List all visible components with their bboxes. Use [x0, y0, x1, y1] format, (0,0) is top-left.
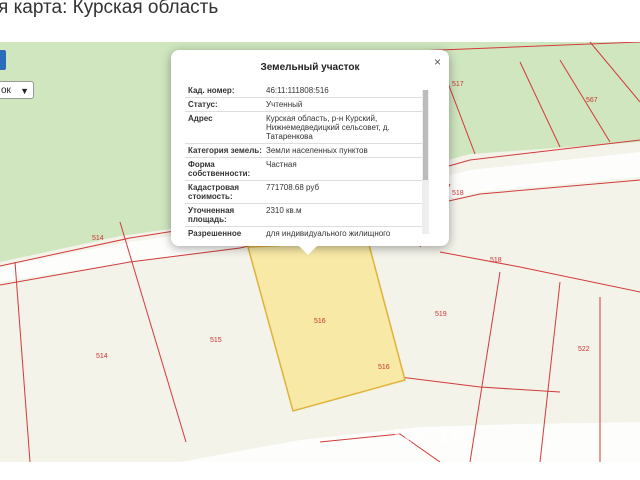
plot-label: 517 [452, 81, 464, 88]
plot-label: 514 [96, 353, 108, 360]
popup-row: Кадастровая стоимость: 771708.68 руб [185, 181, 429, 204]
row-key: Кадастровая стоимость: [188, 183, 240, 201]
layer-select-value: ок [1, 85, 11, 96]
row-key: Статус: [188, 100, 218, 109]
close-icon[interactable]: × [434, 55, 441, 69]
plot-label: 518 [452, 190, 464, 197]
popup-body: Кад. номер: 46:11:111808:516 Статус: Учт… [185, 84, 429, 238]
popup-row: Статус: Учтенный [185, 98, 429, 112]
row-value: 2310 кв.м [266, 206, 302, 215]
plot-label: 522 [578, 346, 590, 353]
row-value: для индивидуального жилищного [266, 229, 391, 238]
popup-row: Уточненная площадь: 2310 кв.м [185, 204, 429, 227]
page-title: я карта: Курская область [0, 0, 219, 18]
popup-row: Форма собственности: Частная [185, 158, 429, 181]
layer-button[interactable] [0, 50, 6, 70]
row-value: Учтенный [266, 100, 303, 109]
plot-label: 514 [92, 235, 104, 242]
watermark-text: циан [393, 418, 469, 451]
row-value: 771708.68 руб [266, 183, 320, 192]
row-key: Кад. номер: [188, 86, 235, 95]
row-value: Курская область, р-н Курский, Нижнемедве… [266, 114, 390, 141]
row-key: Адрес [188, 114, 213, 123]
popup-title: Земельный участок [260, 62, 360, 73]
row-key: Разрешенное [188, 229, 242, 238]
plot-label: 567 [586, 97, 598, 104]
row-key: Форма собственности: [188, 160, 251, 178]
popup-row: Кад. номер: 46:11:111808:516 [185, 84, 429, 98]
row-key: Уточненная площадь: [188, 206, 235, 224]
selected-parcel[interactable] [247, 240, 406, 412]
popup-row: Адрес Курская область, р-н Курский, Нижн… [185, 112, 429, 144]
plot-label: 519 [435, 311, 447, 318]
popup-scrollbar[interactable] [422, 90, 429, 234]
plot-label: 518 [490, 257, 502, 264]
popup-row: Разрешенное для индивидуального жилищног… [185, 227, 429, 238]
plot-label: 515 [210, 337, 222, 344]
row-value: Частная [266, 160, 297, 169]
chevron-down-icon: ▼ [20, 86, 29, 96]
row-key: Категория земель: [188, 146, 262, 155]
row-value: Земли населенных пунктов [266, 146, 368, 155]
row-value: 46:11:111808:516 [266, 86, 329, 95]
plot-label: 516 [314, 318, 326, 325]
layer-select[interactable]: ок ▼ [0, 81, 34, 99]
scrollbar-thumb[interactable] [423, 90, 428, 180]
parcel-popup: Земельный участок × Кад. номер: 46:11:11… [171, 50, 449, 255]
popup-row: Категория земель: Земли населенных пункт… [185, 144, 429, 158]
plot-label: 516 [378, 364, 390, 371]
